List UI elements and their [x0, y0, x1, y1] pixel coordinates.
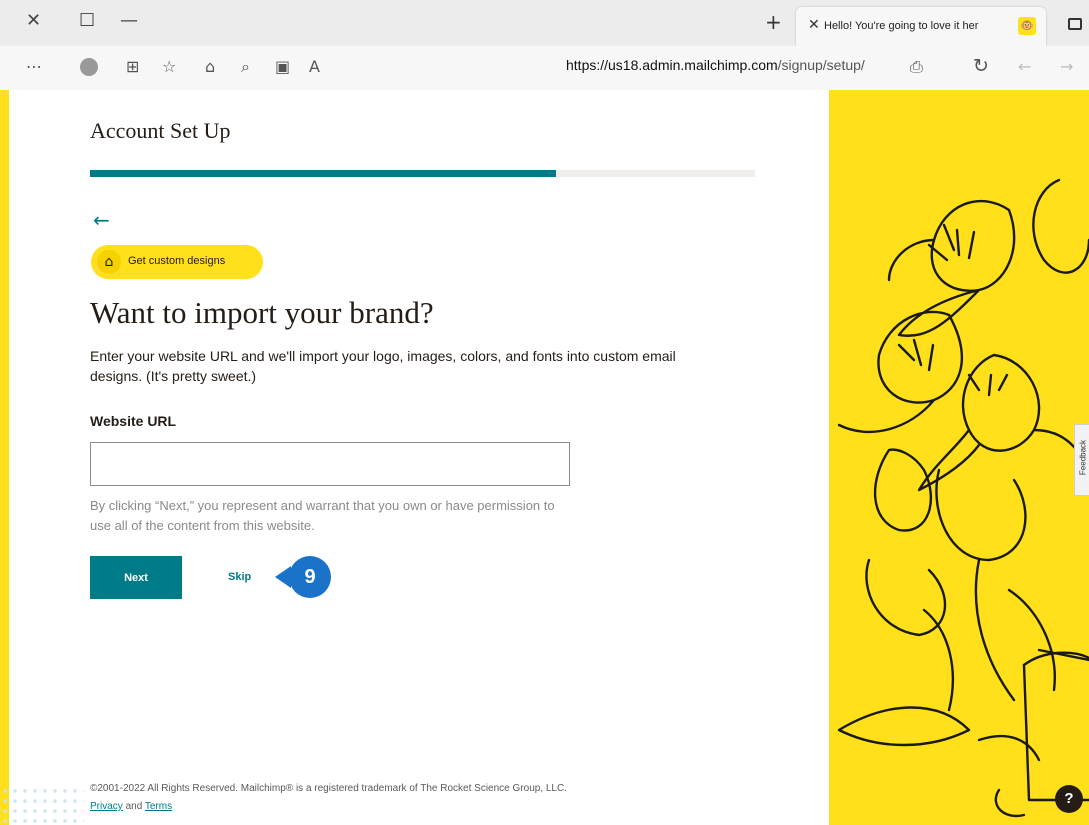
description: Enter your website URL and we'll import … — [90, 348, 676, 384]
minimize-window-icon[interactable]: — — [120, 11, 138, 31]
lock-icon[interactable]: ⎙ — [910, 57, 923, 77]
brand-stripe — [0, 90, 9, 825]
read-aloud-icon[interactable]: A — [309, 57, 320, 76]
browser-title-bar: ✕ ☐ — + ✕ Hello! You're going to love it… — [0, 0, 1089, 46]
disclaimer-text: By clicking “Next,” you represent and wa… — [90, 498, 555, 533]
back-arrow-icon[interactable]: ← — [93, 208, 110, 232]
url-host: https://us18.admin.mailchimp.com — [566, 57, 778, 73]
greenhouse-icon: ⌂ — [97, 250, 121, 274]
setup-panel: Account Set Up ← ⌂ Get custom designs Wa… — [9, 90, 829, 825]
more-icon[interactable]: ⋯ — [26, 57, 42, 76]
browser-tab[interactable]: ✕ Hello! You're going to love it her 🐵 — [796, 7, 1046, 46]
close-window-icon[interactable]: ✕ — [26, 11, 41, 31]
tab-actions-icon[interactable] — [1068, 18, 1082, 30]
page-title: Account Set Up — [90, 118, 231, 143]
custom-designs-badge: ⌂ Get custom designs — [91, 245, 263, 279]
badge-label: Get custom designs — [128, 255, 226, 267]
help-button[interactable]: ? — [1055, 785, 1083, 813]
progress-fill — [90, 170, 556, 177]
next-button[interactable]: Next — [90, 556, 182, 599]
collections-icon[interactable]: ⊞ — [126, 57, 139, 76]
progress-bar — [90, 170, 755, 177]
zoom-icon[interactable]: ⌕ — [241, 57, 250, 77]
favorites-icon[interactable]: ☆ — [162, 57, 176, 76]
mailchimp-favicon-icon: 🐵 — [1018, 17, 1036, 35]
maximize-window-icon[interactable]: ☐ — [79, 11, 95, 31]
extensions-icon[interactable]: ⌂ — [205, 57, 215, 76]
immersive-reader-icon[interactable]: ▣ — [275, 57, 290, 76]
footer-and: and — [125, 801, 143, 812]
footer-links: Privacy and Terms — [90, 801, 172, 812]
profile-icon[interactable] — [80, 58, 98, 76]
tab-title: Hello! You're going to love it her — [824, 20, 979, 32]
browser-toolbar: ⋯ ⊞ ☆ ⌂ ⌕ ▣ A https://us18.admin.mailchi… — [0, 46, 1089, 91]
feedback-label: Feedback — [1078, 439, 1088, 476]
website-url-label: Website URL — [90, 413, 177, 429]
step-marker: 9 — [289, 556, 331, 598]
skip-link[interactable]: Skip — [228, 571, 251, 583]
flower-illustration — [829, 90, 1089, 825]
decorative-dots — [0, 786, 84, 825]
flower-drawing — [837, 178, 1089, 818]
address-bar[interactable]: https://us18.admin.mailchimp.com/signup/… — [566, 57, 865, 73]
main-heading: Want to import your brand? — [90, 295, 434, 330]
copyright-text: ©2001-2022 All Rights Reserved. Mailchim… — [90, 783, 567, 794]
url-path: /signup/setup/ — [777, 57, 865, 73]
privacy-link[interactable]: Privacy — [90, 801, 123, 812]
website-url-input[interactable] — [90, 442, 570, 486]
feedback-tab[interactable]: Feedback — [1074, 424, 1089, 496]
back-icon[interactable]: ← — [1018, 57, 1031, 76]
new-tab-icon[interactable]: + — [765, 10, 782, 34]
tab-close-icon[interactable]: ✕ — [808, 17, 820, 33]
forward-icon[interactable]: → — [1060, 57, 1073, 76]
refresh-icon[interactable]: ↻ — [973, 55, 989, 77]
terms-link[interactable]: Terms — [145, 801, 172, 812]
